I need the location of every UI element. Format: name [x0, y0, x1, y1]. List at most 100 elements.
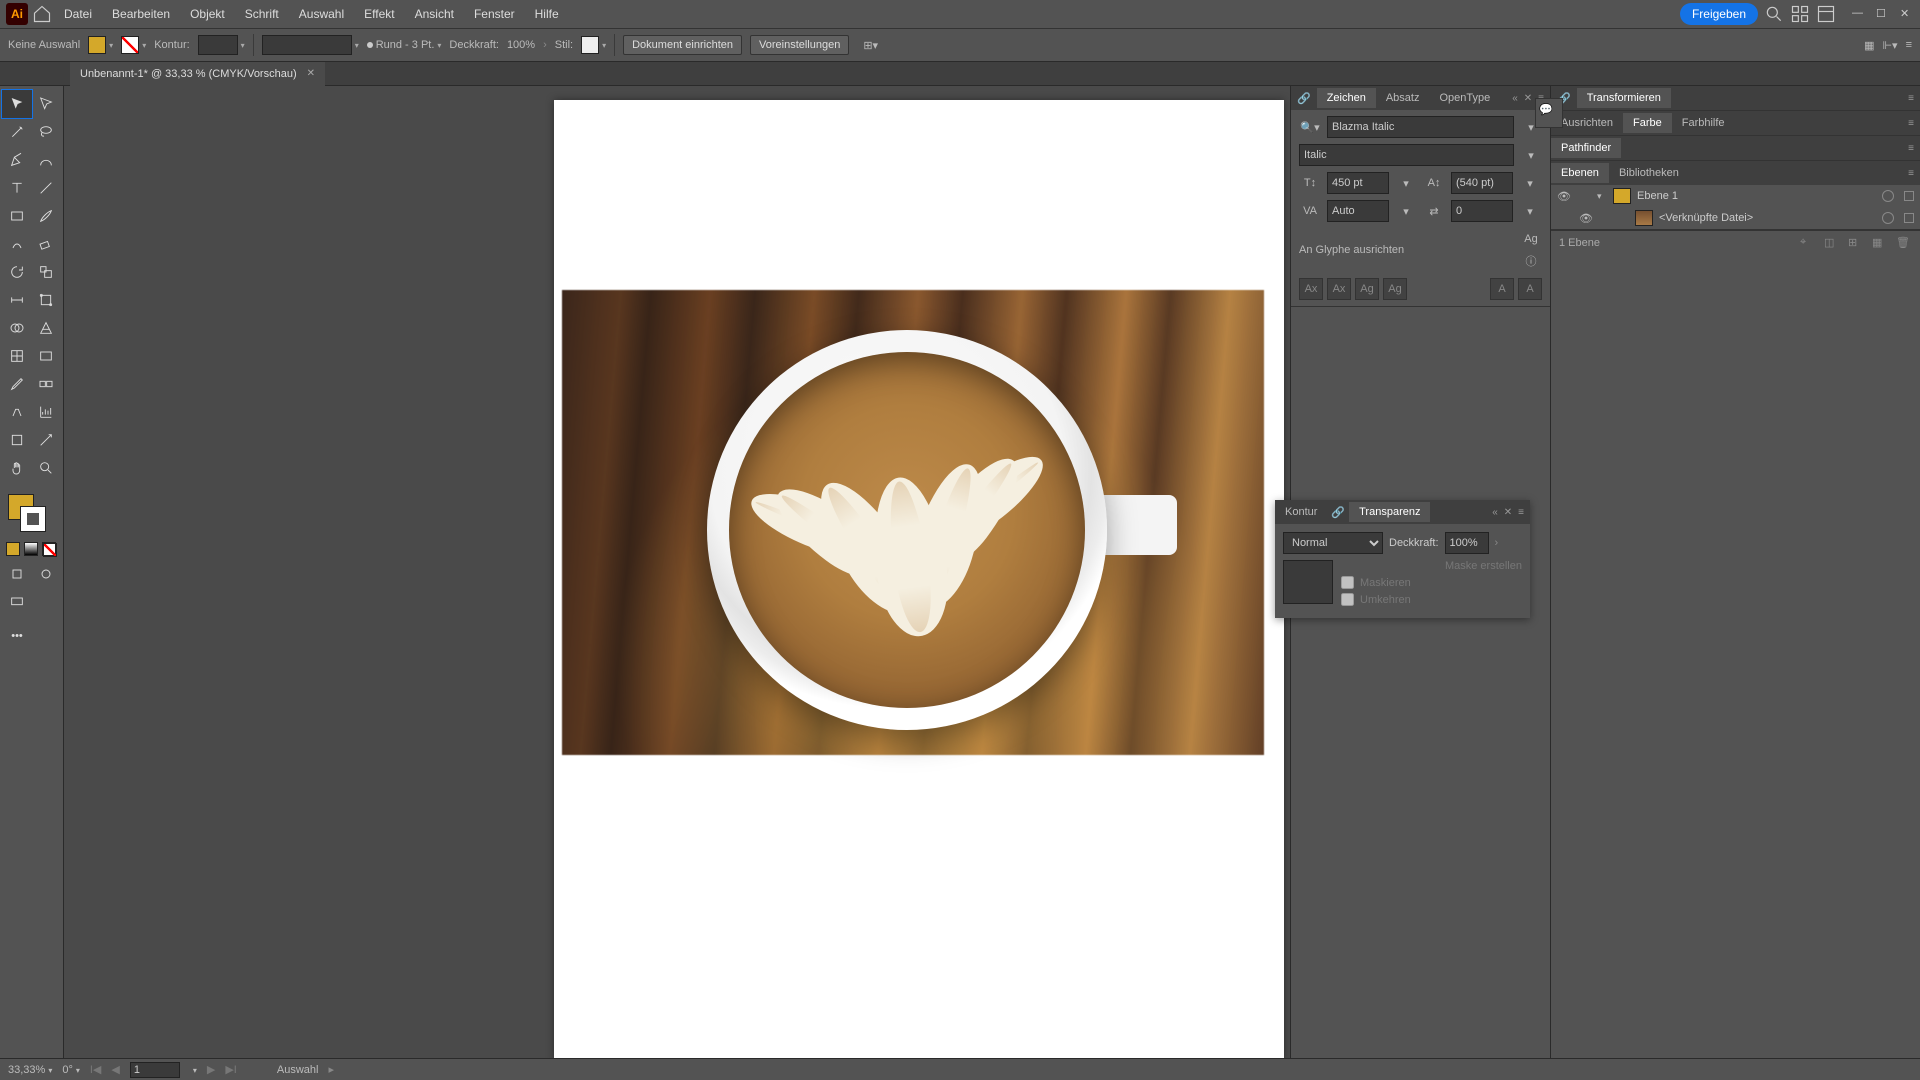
tab-transparenz[interactable]: Transparenz: [1349, 502, 1430, 522]
layer-row[interactable]: 👁 ▾ Ebene 1: [1551, 185, 1920, 207]
panel-collapse-icon[interactable]: «: [1492, 507, 1498, 518]
curvature-tool[interactable]: [32, 146, 62, 174]
tab-farbe[interactable]: Farbe: [1623, 113, 1672, 133]
snap-options-icon[interactable]: Ag: [1520, 228, 1542, 250]
new-layer-icon[interactable]: ▦: [1872, 236, 1888, 249]
magic-wand-tool[interactable]: [2, 118, 32, 146]
select-indicator[interactable]: [1904, 191, 1914, 201]
kerning-input[interactable]: [1327, 200, 1389, 222]
none-mini[interactable]: [42, 542, 56, 556]
home-icon[interactable]: [32, 5, 52, 23]
stroke-weight-input[interactable]: [198, 35, 238, 55]
glyph-opt-4[interactable]: Ag: [1383, 278, 1407, 300]
glyph-opt-3[interactable]: Ag: [1355, 278, 1379, 300]
foreground-mini[interactable]: [6, 542, 20, 556]
panel-collapse-icon[interactable]: «: [1512, 93, 1518, 104]
tab-transformieren[interactable]: Transformieren: [1577, 88, 1671, 108]
selection-tool[interactable]: [2, 90, 32, 118]
glyph-opt-1[interactable]: Ax: [1299, 278, 1323, 300]
eraser-tool[interactable]: [32, 230, 62, 258]
chevron-down-icon[interactable]: ▾: [1520, 144, 1542, 166]
opacity-value[interactable]: 100%: [507, 39, 535, 51]
panel-menu-icon[interactable]: ≡: [1906, 39, 1912, 52]
locate-icon[interactable]: ⌖: [1800, 236, 1816, 249]
style-dropdown[interactable]: [581, 36, 606, 54]
artboard-tool[interactable]: [2, 426, 32, 454]
artboard-prev-first[interactable]: I◀: [90, 1063, 102, 1076]
slice-tool[interactable]: [32, 426, 62, 454]
tab-ebenen[interactable]: Ebenen: [1551, 163, 1609, 183]
link-icon[interactable]: 🔗: [1291, 92, 1317, 105]
panel-menu-icon[interactable]: ≡: [1518, 507, 1524, 518]
blend-mode-select[interactable]: Normal: [1283, 532, 1383, 554]
shaper-tool[interactable]: [2, 230, 32, 258]
target-icon[interactable]: [1882, 190, 1894, 202]
maximize-icon[interactable]: ☐: [1876, 7, 1890, 21]
info-icon[interactable]: ⓘ: [1520, 250, 1542, 272]
glyph-opt-2[interactable]: Ax: [1327, 278, 1351, 300]
zoom-tool[interactable]: [32, 454, 62, 482]
search-icon[interactable]: [1764, 4, 1784, 24]
eyedropper-tool[interactable]: [2, 370, 32, 398]
pen-tool[interactable]: [2, 146, 32, 174]
fill-swatch[interactable]: [88, 36, 113, 54]
opacity-input[interactable]: [1445, 532, 1489, 554]
scale-tool[interactable]: [32, 258, 62, 286]
panel-menu-icon[interactable]: ≡: [1908, 93, 1914, 104]
tab-farbhilfe[interactable]: Farbhilfe: [1672, 113, 1735, 133]
artboard-number[interactable]: [130, 1062, 180, 1078]
tab-absatz[interactable]: Absatz: [1376, 88, 1430, 108]
menu-hilfe[interactable]: Hilfe: [527, 3, 567, 25]
layer-row[interactable]: 👁 ▾ <Verknüpfte Datei>: [1551, 207, 1920, 229]
layer-name[interactable]: Ebene 1: [1637, 190, 1678, 202]
target-icon[interactable]: [1882, 212, 1894, 224]
paintbrush-tool[interactable]: [32, 202, 62, 230]
doc-setup-button[interactable]: Dokument einrichten: [623, 35, 742, 55]
document-tab[interactable]: Unbenannt-1* @ 33,33 % (CMYK/Vorschau) ✕: [70, 62, 325, 86]
width-tool[interactable]: [2, 286, 32, 314]
lasso-tool[interactable]: [32, 118, 62, 146]
menu-bearbeiten[interactable]: Bearbeiten: [104, 3, 178, 25]
screen-mode[interactable]: [2, 588, 32, 616]
new-sublayer-icon[interactable]: ⊞: [1848, 236, 1864, 249]
type-tool[interactable]: [2, 174, 32, 202]
stroke-weight-dropdown[interactable]: [198, 35, 245, 55]
edit-toolbar[interactable]: •••: [2, 622, 32, 650]
arrange-icon[interactable]: [1790, 4, 1810, 24]
workspace-icon[interactable]: [1816, 4, 1836, 24]
line-tool[interactable]: [32, 174, 62, 202]
menu-effekt[interactable]: Effekt: [356, 3, 402, 25]
menu-objekt[interactable]: Objekt: [182, 3, 233, 25]
menu-ansicht[interactable]: Ansicht: [407, 3, 462, 25]
free-transform-tool[interactable]: [32, 286, 62, 314]
tab-bibliotheken[interactable]: Bibliotheken: [1609, 163, 1689, 183]
direct-selection-tool[interactable]: [32, 90, 62, 118]
artboard-prev[interactable]: ◀: [111, 1063, 119, 1076]
gradient-tool[interactable]: [32, 342, 62, 370]
gpu-icon[interactable]: ▦: [1864, 39, 1874, 52]
menu-fenster[interactable]: Fenster: [466, 3, 523, 25]
rotate-view[interactable]: 0°: [62, 1064, 80, 1076]
select-indicator[interactable]: [1904, 213, 1914, 223]
zoom-level[interactable]: 33,33%: [8, 1064, 52, 1076]
font-size-input[interactable]: [1327, 172, 1389, 194]
stroke-color-swatch[interactable]: [20, 506, 46, 532]
draw-mode-behind[interactable]: [32, 560, 62, 588]
tab-kontur[interactable]: Kontur: [1275, 502, 1327, 522]
artboard[interactable]: [554, 100, 1284, 1058]
layer-name[interactable]: <Verknüpfte Datei>: [1659, 212, 1753, 224]
delete-layer-icon[interactable]: 🗑: [1896, 236, 1912, 249]
snap-icon[interactable]: ⊩▾: [1882, 39, 1897, 52]
symbol-sprayer-tool[interactable]: [2, 398, 32, 426]
twisty-icon[interactable]: ▾: [1597, 191, 1607, 202]
variable-width-input[interactable]: [262, 35, 352, 55]
hand-tool[interactable]: [2, 454, 32, 482]
graph-tool[interactable]: [32, 398, 62, 426]
gradient-mini[interactable]: [24, 542, 38, 556]
panel-close-icon[interactable]: ✕: [1524, 93, 1532, 104]
make-mask-button[interactable]: Maske erstellen: [1341, 560, 1522, 572]
make-clipping-icon[interactable]: ◫: [1824, 236, 1840, 249]
brush-dropdown[interactable]: Rund - 3 Pt.: [367, 39, 442, 51]
preferences-button[interactable]: Voreinstellungen: [750, 35, 849, 55]
visibility-icon[interactable]: 👁: [1579, 212, 1593, 225]
